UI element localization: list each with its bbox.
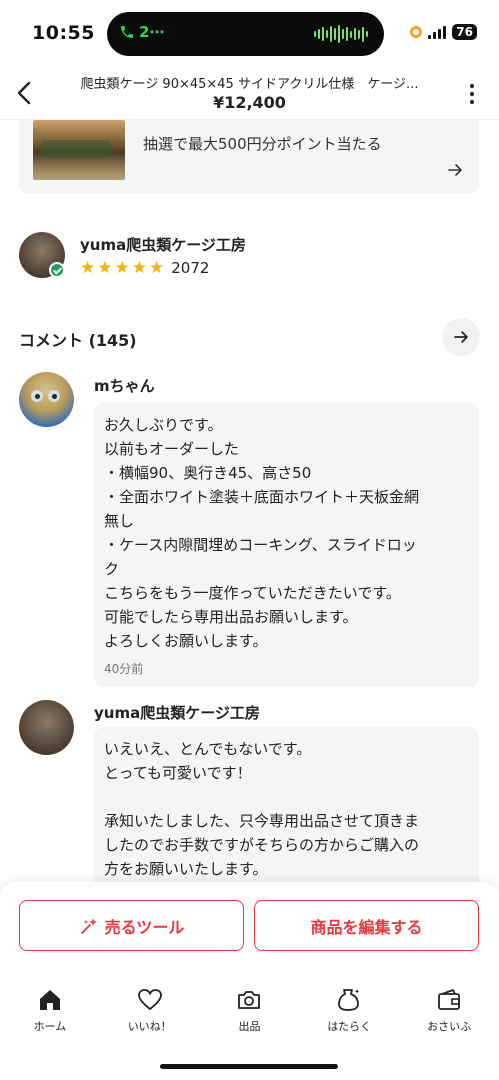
call-count: 2⋯: [139, 23, 165, 41]
camera-icon: [238, 991, 261, 1009]
comments-more-button[interactable]: [442, 318, 480, 356]
bottom-action-sheet: 売るツール 商品を編集する: [0, 882, 499, 1080]
battery-level: 76: [456, 25, 473, 39]
dynamic-island[interactable]: 2⋯: [107, 12, 384, 56]
promo-thumbnail: [33, 120, 125, 180]
status-time: 10:55: [32, 22, 95, 44]
tab-label: はたらく: [327, 1020, 372, 1033]
tab-label: いいね！: [127, 1020, 172, 1033]
verified-check-icon: [49, 262, 65, 278]
sparkle-wand-icon: [80, 917, 97, 934]
star-icon: ★: [149, 257, 165, 278]
item-title: 爬虫類ケージ 90×45×45 サイドアクリル仕様 ケージ...: [80, 77, 419, 92]
battery-icon: 76: [452, 24, 477, 40]
comment-line: ・全面ホワイト塗装＋底面ホワイト＋天板金網: [104, 488, 420, 506]
tab-home[interactable]: ホーム: [0, 987, 100, 1047]
comment-bubble: いえいえ、とんでもないです。 とっても可愛いです！ 承知いたしました、只今専用出…: [94, 727, 479, 891]
tab-label: おさいふ: [427, 1020, 472, 1033]
heart-icon: [137, 989, 162, 1011]
comments-title: コメント (145): [19, 331, 137, 350]
comment-line: とっても可愛いです！: [104, 764, 252, 782]
comment-timestamp: 40分前: [104, 662, 144, 676]
status-bar: 10:55 2⋯ 76: [0, 0, 499, 66]
comment-line: ・ケース内隙間埋めコーキング、スライドロッ: [104, 536, 417, 554]
comment-line: 可能でしたら専用出品お願いします。: [104, 608, 358, 626]
arrow-right-icon: [454, 331, 468, 343]
edit-item-label: 商品を編集する: [310, 917, 423, 937]
comment-line: よろしくお願いします。: [104, 632, 268, 650]
money-bag-icon: [338, 989, 360, 1011]
call-indicator[interactable]: 2⋯: [119, 23, 164, 41]
edit-item-button[interactable]: 商品を編集する: [254, 900, 479, 951]
home-icon: [39, 990, 60, 1010]
home-indicator[interactable]: [160, 1064, 338, 1069]
item-price: ¥12,400: [213, 93, 286, 112]
signal-icon: [428, 25, 447, 39]
item-header: 爬虫類ケージ 90×45×45 サイドアクリル仕様 ケージ... ¥12,400: [0, 66, 499, 120]
rating-count: 2072: [171, 259, 210, 277]
audio-wave-icon: [314, 25, 368, 43]
recording-dot-icon: [410, 26, 423, 38]
arrow-right-icon: [448, 164, 462, 176]
comment-line: 無し: [104, 512, 135, 530]
star-icon: ★: [114, 257, 130, 278]
comment-line: 以前もオーダーした: [104, 440, 240, 458]
promo-text: 抽選で最大500円分ポイント当たる: [143, 135, 382, 153]
comment-line: いえいえ、とんでもないです。: [104, 740, 312, 758]
tab-label: 出品: [238, 1020, 261, 1033]
comment-line: お久しぶりです。: [104, 416, 223, 434]
promo-banner[interactable]: 抽選で最大500円分ポイント当たる: [19, 120, 479, 194]
seller-name[interactable]: yuma爬虫類ケージ工房: [80, 234, 246, 255]
comment-bubble: お久しぶりです。 以前もオーダーした ・横幅90、奥行き45、高さ50 ・全面ホ…: [94, 403, 479, 687]
tab-wallet[interactable]: おさいふ: [399, 987, 499, 1047]
phone-icon: [121, 26, 133, 38]
comment-line: ・横幅90、奥行き45、高さ50: [104, 464, 312, 482]
comment-line: [104, 785, 469, 809]
more-vertical-icon[interactable]: [469, 84, 475, 104]
comment-line: 承知いたしました、只今専用出品させて頂きま: [104, 812, 420, 830]
seller-profile[interactable]: yuma爬虫類ケージ工房 ★ ★ ★ ★ ★ 2072: [19, 232, 479, 282]
sell-tool-button[interactable]: 売るツール: [19, 900, 244, 951]
comment-line: こちらをもう一度作っていただきたいです。: [104, 584, 401, 602]
status-icons: 76: [410, 24, 477, 40]
star-icon: ★: [80, 257, 96, 278]
tab-likes[interactable]: いいね！: [100, 987, 200, 1047]
sell-tool-label: 売るツール: [104, 917, 185, 937]
commenter-name[interactable]: yuma爬虫類ケージ工房: [94, 702, 260, 723]
comment-line: 方をお願いいたします。: [104, 860, 268, 878]
back-chevron-icon[interactable]: [14, 80, 36, 106]
tab-work[interactable]: はたらく: [299, 987, 399, 1047]
comment-line: したのでお手数ですがそちらの方からご購入の: [104, 836, 420, 854]
commenter-avatar[interactable]: [19, 700, 74, 755]
seller-rating: ★ ★ ★ ★ ★ 2072: [80, 259, 209, 277]
comment-line: ク: [104, 560, 120, 578]
star-icon: ★: [97, 257, 113, 278]
tab-label: ホーム: [33, 1020, 67, 1033]
star-icon: ★: [131, 257, 147, 278]
commenter-name[interactable]: mちゃん: [94, 375, 155, 396]
commenter-avatar[interactable]: [19, 372, 74, 427]
wallet-icon: [438, 989, 460, 1010]
bottom-tab-bar: ホーム いいね！ 出品 はたらく おさいふ: [0, 987, 499, 1047]
tab-sell[interactable]: 出品: [200, 987, 300, 1047]
